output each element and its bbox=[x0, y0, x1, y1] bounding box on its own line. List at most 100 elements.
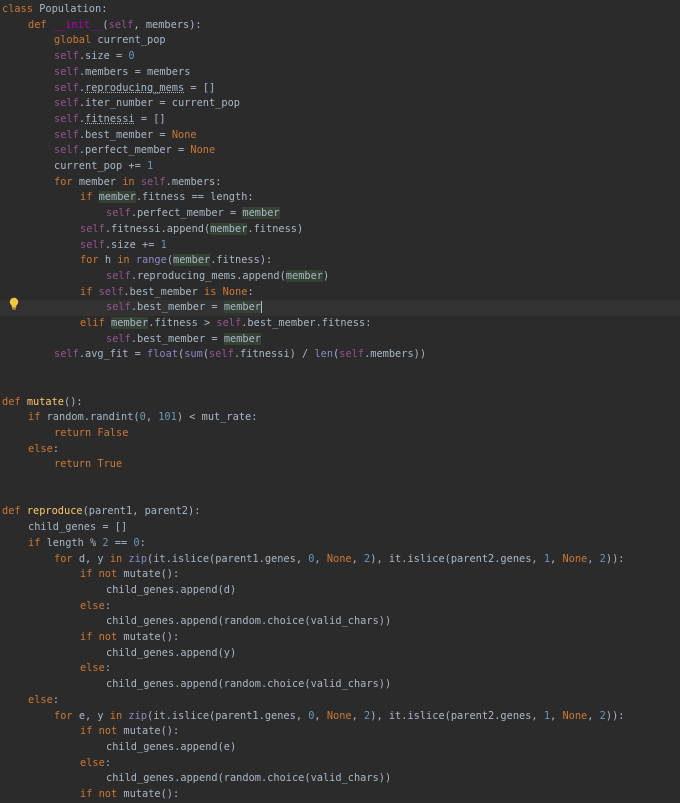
code-token: (parent1, parent2): bbox=[82, 505, 201, 518]
code-line[interactable]: self.iter_number = current_pop bbox=[0, 96, 680, 112]
code-token: == bbox=[108, 536, 134, 549]
code-line[interactable]: self.best_member = member bbox=[0, 300, 680, 316]
code-token: Population: bbox=[33, 3, 108, 15]
code-token: ) bbox=[323, 269, 330, 282]
code-line[interactable]: if not mutate(): bbox=[0, 630, 680, 646]
code-token: length % bbox=[46, 536, 103, 549]
code-token: .best_member = bbox=[130, 301, 224, 314]
code-token: .members)) bbox=[364, 348, 427, 361]
code-line[interactable]: current_pop += 1 bbox=[0, 159, 680, 175]
code-line[interactable]: child_genes.append(e) bbox=[0, 740, 680, 756]
code-token: for bbox=[54, 552, 79, 565]
code-token: , bbox=[550, 709, 563, 722]
code-line[interactable]: for member in self.members: bbox=[0, 175, 680, 191]
code-line[interactable]: self.perfect_member = None bbox=[0, 143, 680, 159]
code-line[interactable]: elif member.fitness > self.best_member.f… bbox=[0, 316, 680, 332]
code-line[interactable] bbox=[0, 489, 680, 505]
code-line[interactable]: if length % 2 == 0: bbox=[0, 536, 680, 552]
code-token: self bbox=[216, 317, 242, 329]
code-token: , bbox=[145, 411, 159, 424]
code-token: self bbox=[80, 222, 105, 235]
code-token: else bbox=[80, 599, 105, 612]
code-line[interactable]: else: bbox=[0, 661, 680, 677]
code-line[interactable]: for d, y in zip(it.islice(parent1.genes,… bbox=[0, 552, 680, 568]
code-line[interactable]: self.members = members bbox=[0, 65, 680, 81]
code-token: member bbox=[78, 175, 117, 188]
code-token: : bbox=[104, 599, 112, 612]
code-line[interactable]: self.size += 1 bbox=[0, 238, 680, 254]
code-line[interactable]: return False bbox=[0, 426, 680, 442]
code-token: .members: bbox=[165, 175, 222, 188]
code-line[interactable]: else: bbox=[0, 442, 680, 458]
code-line[interactable] bbox=[0, 363, 680, 379]
code-line[interactable]: child_genes.append(random.choice(valid_c… bbox=[0, 614, 680, 630]
code-line[interactable]: def reproduce(parent1, parent2): bbox=[0, 504, 680, 520]
code-line[interactable] bbox=[0, 379, 680, 395]
code-token: child_genes = [] bbox=[28, 521, 128, 534]
code-line[interactable]: self.fitnessi.append(member.fitness) bbox=[0, 222, 680, 238]
code-token: self bbox=[54, 81, 79, 94]
code-token: fitnessi bbox=[85, 112, 135, 125]
code-line[interactable]: if not mutate(): bbox=[0, 567, 680, 583]
code-token: if not bbox=[80, 788, 124, 800]
code-token: in bbox=[109, 709, 129, 722]
code-line[interactable]: if not mutate(): bbox=[0, 724, 680, 740]
code-token: 0 bbox=[128, 50, 135, 63]
code-line[interactable]: self.best_member = member bbox=[0, 332, 680, 348]
code-token: random.randint( bbox=[46, 411, 140, 424]
code-token: child_genes.append(random.choice(valid_c… bbox=[106, 678, 392, 691]
code-token: e, y bbox=[78, 709, 110, 722]
code-line[interactable]: child_genes = [] bbox=[0, 520, 680, 536]
code-line[interactable]: else: bbox=[0, 756, 680, 772]
code-line[interactable]: child_genes.append(y) bbox=[0, 646, 680, 662]
code-line[interactable]: child_genes.append(random.choice(valid_c… bbox=[0, 677, 680, 693]
code-token: self bbox=[54, 348, 79, 361]
code-line[interactable]: return True bbox=[0, 457, 680, 473]
code-token: .fitnessi) / bbox=[233, 348, 315, 361]
code-token: (it.islice(parent1.genes, bbox=[147, 709, 309, 722]
code-token: self bbox=[140, 175, 166, 188]
code-line[interactable]: else: bbox=[0, 599, 680, 615]
code-token: class bbox=[2, 3, 33, 15]
code-token: False bbox=[97, 426, 129, 439]
code-token: len bbox=[314, 348, 334, 361]
code-line[interactable] bbox=[0, 473, 680, 489]
code-token: self bbox=[106, 269, 131, 282]
code-token: None bbox=[562, 709, 588, 722]
code-line[interactable]: if self.best_member is None: bbox=[0, 285, 680, 301]
code-line[interactable]: for h in range(member.fitness): bbox=[0, 253, 680, 269]
code-line[interactable]: self.reproducing_mems = [] bbox=[0, 81, 680, 97]
code-token: reproduce bbox=[26, 505, 83, 518]
code-line[interactable]: if not mutate(): bbox=[0, 787, 680, 803]
code-token: , bbox=[314, 709, 327, 722]
code-token: : bbox=[247, 285, 254, 298]
code-token: , bbox=[351, 552, 365, 565]
code-line[interactable]: self.fitnessi = [] bbox=[0, 112, 680, 128]
code-token: : bbox=[104, 756, 112, 769]
code-line[interactable]: self.best_member = None bbox=[0, 128, 680, 144]
code-line[interactable]: child_genes.append(d) bbox=[0, 583, 680, 599]
code-line[interactable]: child_genes.append(random.choice(valid_c… bbox=[0, 771, 680, 787]
code-token: .size = bbox=[78, 50, 129, 63]
code-token: None bbox=[222, 285, 248, 298]
code-token: 1 bbox=[147, 160, 154, 172]
code-token: (it.islice(parent1.genes, bbox=[147, 552, 309, 565]
code-line[interactable]: self.avg_fit = float(sum(self.fitnessi) … bbox=[0, 347, 680, 363]
code-line[interactable]: if member.fitness == length: bbox=[0, 190, 680, 206]
code-line[interactable]: self.reproducing_mems.append(member) bbox=[0, 269, 680, 285]
code-line[interactable]: else: bbox=[0, 693, 680, 709]
code-line[interactable]: def mutate(): bbox=[0, 395, 680, 411]
code-line[interactable]: self.size = 0 bbox=[0, 49, 680, 65]
code-token: mutate(): bbox=[123, 568, 180, 581]
code-line[interactable]: global current_pop bbox=[0, 33, 680, 49]
code-line[interactable]: self.perfect_member = member bbox=[0, 206, 680, 222]
code-editor[interactable]: class Population: def __init__(self, memb… bbox=[0, 0, 680, 800]
lightbulb-icon[interactable] bbox=[8, 297, 20, 311]
code-token: if not bbox=[80, 725, 124, 738]
code-token: .best_member = bbox=[78, 128, 172, 141]
code-token: member bbox=[210, 222, 248, 235]
code-line[interactable]: def __init__(self, members): bbox=[0, 18, 680, 34]
code-line[interactable]: for e, y in zip(it.islice(parent1.genes,… bbox=[0, 709, 680, 725]
code-line[interactable]: class Population: bbox=[0, 2, 680, 18]
code-line[interactable]: if random.randint(0, 101) < mut_rate: bbox=[0, 410, 680, 426]
